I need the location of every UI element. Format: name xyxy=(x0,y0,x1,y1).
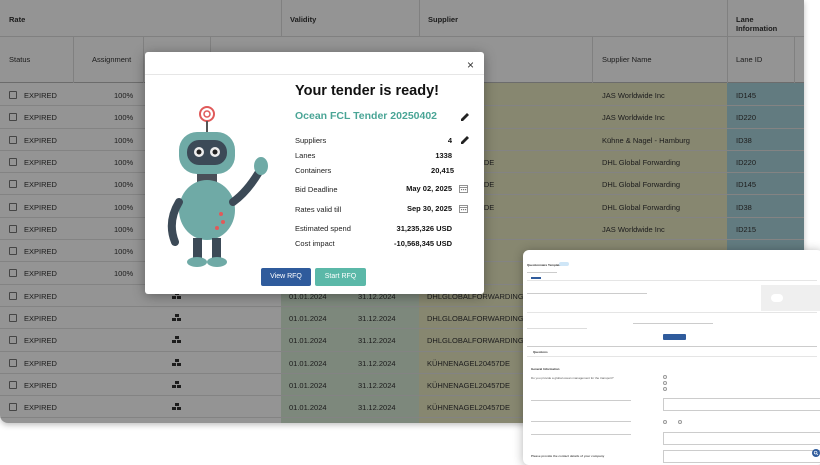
doc-section-questions: Questions xyxy=(533,350,548,354)
stat-estimated-spend-value: 31,235,326 USD xyxy=(396,224,452,233)
doc-question-1: Do you provide a global ocean management… xyxy=(531,376,614,380)
doc-general-info: General Information xyxy=(531,367,560,371)
stat-bid-deadline-label: Bid Deadline xyxy=(295,185,338,194)
stat-rates-valid-label: Rates valid till xyxy=(295,205,342,214)
search-icon[interactable] xyxy=(812,449,820,457)
stat-suppliers-value: 4 xyxy=(447,136,452,145)
view-rfq-button[interactable]: View RFQ xyxy=(261,268,311,286)
calendar-icon[interactable] xyxy=(459,184,468,193)
questionnaire-preview[interactable]: Questionnaire Template Questions General… xyxy=(523,250,820,465)
modal-title: Your tender is ready! xyxy=(295,83,439,99)
doc-title: Questionnaire Template xyxy=(527,263,561,267)
start-rfq-button[interactable]: Start RFQ xyxy=(315,268,366,286)
stat-bid-deadline-value: May 02, 2025 xyxy=(406,184,452,193)
edit-suppliers-pencil-icon[interactable] xyxy=(460,135,470,145)
edit-name-pencil-icon[interactable] xyxy=(460,112,470,122)
stat-suppliers-label: Suppliers xyxy=(295,136,327,145)
stat-lanes-value: 1338 xyxy=(435,151,452,160)
stat-rates-valid-value: Sep 30, 2025 xyxy=(406,204,452,213)
stat-containers-label: Containers xyxy=(295,166,332,175)
doc-question-2: Please provide the contact details of yo… xyxy=(531,454,605,458)
stat-cost-impact-label: Cost impact xyxy=(295,239,335,248)
tender-ready-modal: × Your tender is ready! Ocean FCL Tender… xyxy=(145,52,484,294)
stat-cost-impact-value: -10,568,345 USD xyxy=(394,239,452,248)
screen: Rate Validity Supplier Lane Information … xyxy=(0,0,820,465)
stat-lanes-label: Lanes xyxy=(295,151,316,160)
tender-name: Ocean FCL Tender 20250402 xyxy=(295,110,438,122)
close-button[interactable]: × xyxy=(467,58,474,72)
stat-estimated-spend-label: Estimated spend xyxy=(295,224,351,233)
calendar-icon[interactable] xyxy=(459,204,468,213)
stat-containers-value: 20,415 xyxy=(431,166,454,175)
robot-illustration xyxy=(167,106,268,267)
